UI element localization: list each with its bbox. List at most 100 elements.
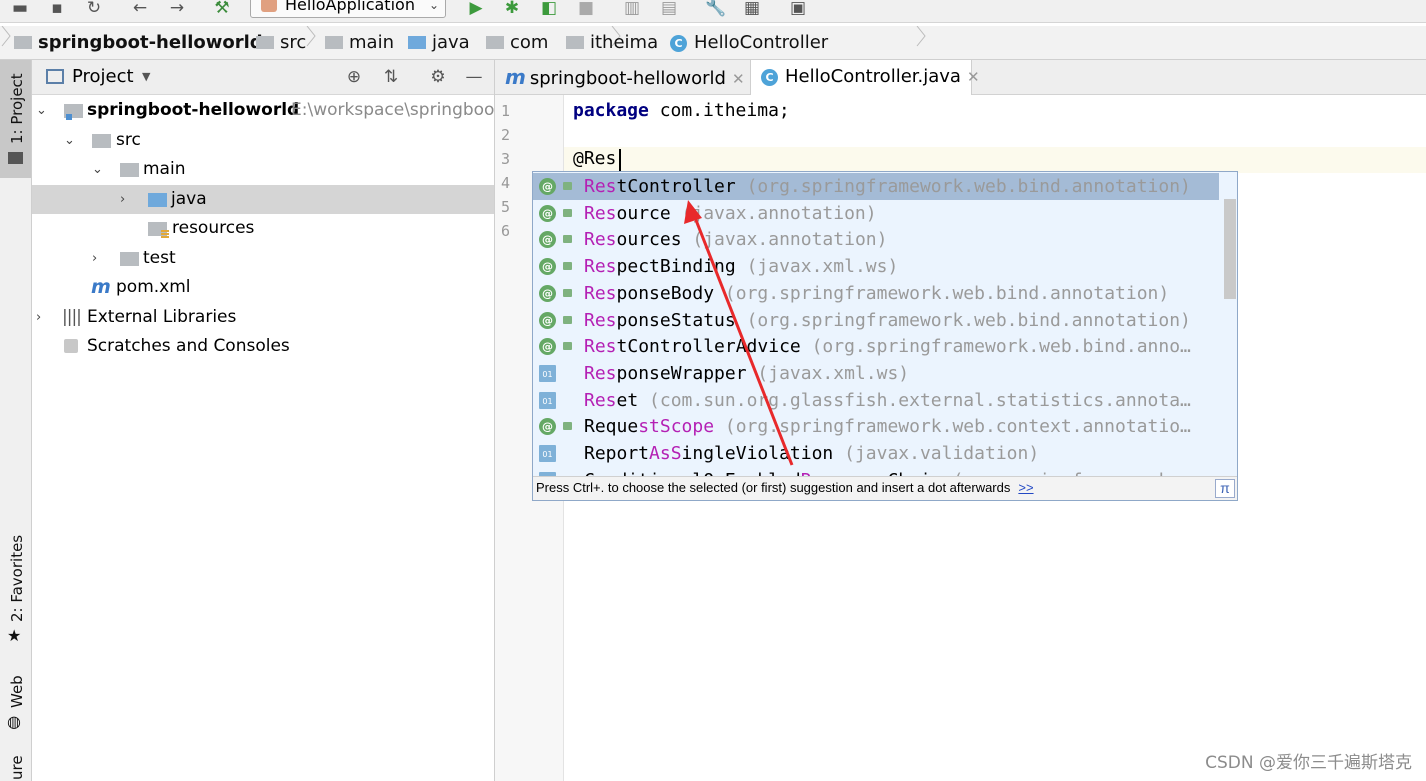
open-icon[interactable]: ▬ bbox=[10, 0, 30, 18]
tree-item-src[interactable]: ⌄ src bbox=[32, 126, 494, 155]
maven-icon: m bbox=[91, 276, 111, 298]
completion-item[interactable]: 01 Reset (com.sun.org.glassfish.external.… bbox=[533, 387, 1219, 414]
folder-icon bbox=[120, 252, 139, 266]
close-icon[interactable]: ✕ bbox=[732, 70, 745, 88]
tool-window-favorites-tab[interactable]: 2: Favorites ★ bbox=[0, 534, 31, 656]
completion-item[interactable]: @ RestController (org.springframework.web… bbox=[533, 173, 1219, 200]
line-number: 3 bbox=[501, 150, 511, 168]
lock-icon bbox=[563, 288, 572, 297]
code-line-3[interactable]: @Res bbox=[573, 148, 616, 169]
chevron-right-icon[interactable]: › bbox=[92, 244, 106, 273]
locate-icon[interactable]: ⊕ bbox=[344, 67, 364, 87]
tree-item-java[interactable]: › java bbox=[32, 185, 494, 214]
breadcrumb-item-com[interactable]: com bbox=[486, 26, 548, 59]
sync-icon[interactable]: ↻ bbox=[84, 0, 104, 18]
completion-item[interactable]: @ Resources (javax.annotation) bbox=[533, 226, 1219, 253]
collapse-all-icon[interactable]: ⇅ bbox=[381, 67, 401, 87]
tool-window-structure-tab[interactable]: ure bbox=[0, 750, 31, 781]
run-icon[interactable]: ▶ bbox=[466, 0, 486, 18]
folder-icon bbox=[325, 36, 343, 49]
tree-item-project-root[interactable]: ⌄ springboot-helloworld E:\workspace\spr… bbox=[32, 96, 494, 125]
hide-icon[interactable]: — bbox=[464, 67, 484, 87]
completion-item-text: ResponseStatus (org.springframework.web.… bbox=[584, 309, 1191, 331]
close-icon[interactable]: ✕ bbox=[967, 68, 980, 86]
keyword: package bbox=[573, 100, 649, 121]
tree-item-label: pom.xml bbox=[116, 277, 191, 297]
main-toolbar: ▬ ▪ ↻ ← → ⚒ HelloApplication ⌄ ▶ ✱ ◧ ■ ▥… bbox=[0, 0, 1426, 23]
libraries-icon: |||| bbox=[62, 307, 82, 327]
completion-item-text: Resources (javax.annotation) bbox=[584, 229, 888, 251]
tool-window-label: ure bbox=[8, 755, 26, 780]
debug-icon[interactable]: ✱ bbox=[502, 0, 522, 18]
chevron-down-icon[interactable]: ⌄ bbox=[92, 155, 106, 184]
chevron-down-icon[interactable]: ⌄ bbox=[64, 126, 78, 155]
tree-item-resources[interactable]: resources bbox=[32, 214, 494, 243]
caret-down-icon[interactable]: ▼ bbox=[142, 60, 150, 94]
completion-item[interactable]: @ RequestScope (org.springframework.web.c… bbox=[533, 413, 1219, 440]
lock-icon bbox=[563, 315, 572, 324]
annotation-icon: @ bbox=[539, 231, 556, 249]
annotation-icon: @ bbox=[539, 204, 556, 222]
chevron-right-icon[interactable]: › bbox=[36, 303, 50, 332]
coverage-icon[interactable]: ◧ bbox=[539, 0, 559, 18]
tree-item-label: main bbox=[143, 159, 186, 179]
tree-item-test[interactable]: › test bbox=[32, 244, 494, 273]
breadcrumb-item-project[interactable]: springboot-helloworld bbox=[14, 26, 263, 59]
completion-item-text: RestControllerAdvice (org.springframewor… bbox=[584, 336, 1191, 358]
completion-hint-bar: Press Ctrl+. to choose the selected (or … bbox=[533, 476, 1237, 500]
tool-window-web-tab[interactable]: Web ◍ bbox=[0, 670, 31, 740]
completion-item[interactable]: @ RestControllerAdvice (org.springframewo… bbox=[533, 333, 1219, 360]
forward-icon[interactable]: → bbox=[167, 0, 187, 18]
build-icon[interactable]: ⚒ bbox=[212, 0, 232, 18]
project-structure-icon[interactable]: ▦ bbox=[742, 0, 762, 18]
code-text: @Res bbox=[573, 148, 617, 169]
code-line-1[interactable]: package com.itheima; bbox=[573, 100, 790, 121]
stop-icon[interactable]: ■ bbox=[576, 0, 596, 18]
line-number: 2 bbox=[501, 126, 511, 144]
project-view-icon bbox=[46, 69, 64, 84]
class-file-icon: 01 bbox=[539, 445, 556, 462]
star-icon: ★ bbox=[7, 626, 22, 645]
back-icon[interactable]: ← bbox=[130, 0, 150, 18]
editor-tab-hellocontroller[interactable]: C HelloController.java ✕ bbox=[750, 60, 980, 95]
tree-item-main[interactable]: ⌄ main bbox=[32, 155, 494, 184]
chevron-right-icon[interactable]: › bbox=[120, 185, 134, 214]
tool-window-project-tab[interactable]: 1: Project bbox=[0, 60, 31, 178]
completion-item-text: RestController (org.springframework.web.… bbox=[584, 176, 1191, 197]
chevron-down-icon[interactable]: ⌄ bbox=[36, 96, 50, 125]
folder-icon bbox=[92, 134, 111, 148]
completion-item[interactable]: @ Resource (javax.annotation) bbox=[533, 200, 1219, 227]
breadcrumb-item-itheima[interactable]: itheima bbox=[566, 26, 658, 59]
completion-item[interactable]: @ RespectBinding (javax.xml.ws) bbox=[533, 253, 1219, 280]
breadcrumb-item-main[interactable]: main bbox=[325, 26, 394, 59]
profile-icon[interactable]: ▤ bbox=[659, 0, 679, 18]
gear-icon[interactable]: ⚙ bbox=[428, 67, 448, 87]
run-configuration-select[interactable]: HelloApplication ⌄ bbox=[250, 0, 446, 18]
breadcrumb-item-hellocontroller[interactable]: C HelloController bbox=[670, 26, 828, 59]
settings-icon[interactable]: 🔧 bbox=[705, 0, 726, 18]
hint-more-link[interactable]: >> bbox=[1018, 480, 1033, 495]
tree-item-scratches[interactable]: Scratches and Consoles bbox=[32, 332, 494, 361]
completion-item[interactable]: 01 ResponseWrapper (javax.xml.ws) bbox=[533, 360, 1219, 387]
tree-item-external-libraries[interactable]: › |||| External Libraries bbox=[32, 303, 494, 332]
current-line-highlight bbox=[564, 147, 1426, 173]
sdk-icon[interactable]: ▣ bbox=[788, 0, 808, 18]
save-icon[interactable]: ▪ bbox=[47, 0, 67, 18]
tree-item-pom[interactable]: m pom.xml bbox=[32, 273, 494, 302]
scratches-icon bbox=[64, 339, 78, 353]
completion-item[interactable]: 01 ReportAsSingleViolation (javax.validat… bbox=[533, 440, 1219, 467]
tool-window-label: 2: Favorites bbox=[8, 534, 26, 622]
structure-icon[interactable]: ▥ bbox=[622, 0, 642, 18]
editor-tab-pom[interactable]: m springboot-helloworld ✕ bbox=[495, 60, 748, 94]
breadcrumb-item-src[interactable]: src bbox=[256, 26, 306, 59]
tab-label: HelloController.java bbox=[785, 66, 961, 87]
completion-scrollbar[interactable] bbox=[1224, 199, 1236, 299]
annotation-icon: @ bbox=[539, 418, 556, 436]
breadcrumb-label: HelloController bbox=[694, 32, 829, 53]
completion-item-text: RequestScope (org.springframework.web.co… bbox=[584, 416, 1191, 438]
pi-icon[interactable]: π bbox=[1215, 479, 1235, 498]
completion-item[interactable]: @ ResponseBody (org.springframework.web.b… bbox=[533, 280, 1219, 307]
completion-item[interactable]: @ ResponseStatus (org.springframework.web… bbox=[533, 307, 1219, 334]
panel-title[interactable]: Project bbox=[72, 60, 134, 94]
breadcrumb-item-java[interactable]: java bbox=[408, 26, 470, 59]
